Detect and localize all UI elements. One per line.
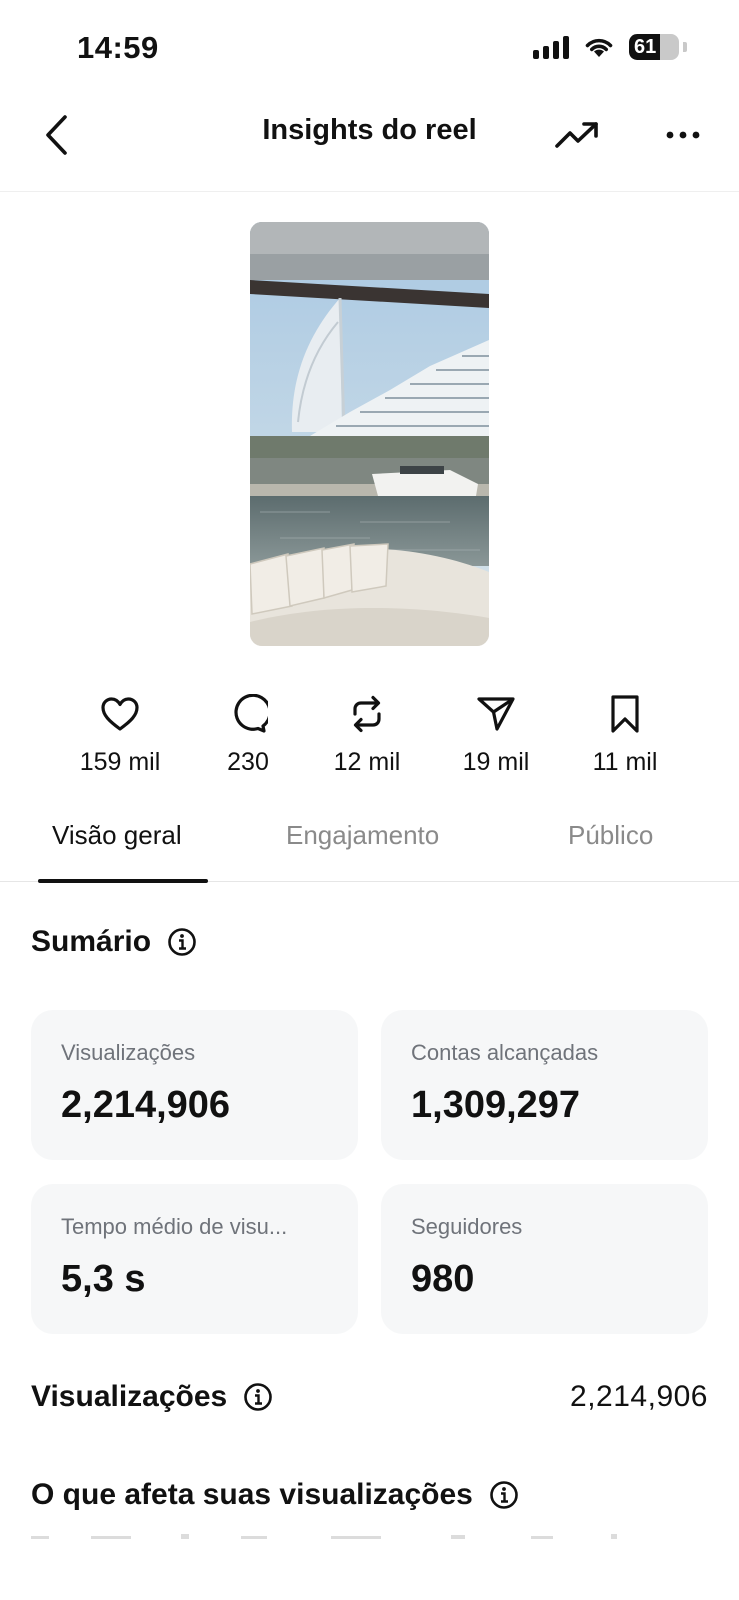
affects-heading: O que afeta suas visualizações (31, 1478, 519, 1512)
saves-stat: 11 mil (555, 690, 695, 777)
wifi-icon (585, 38, 613, 57)
reel-thumbnail[interactable] (250, 222, 489, 646)
active-tab-indicator (38, 879, 208, 883)
card-value: 2,214,906 (61, 1084, 231, 1126)
affects-title: O que afeta suas visualizações (31, 1478, 473, 1511)
card-label: Seguidores (411, 1214, 523, 1239)
tab-audience[interactable]: Público (568, 820, 653, 851)
views-total: 2,214,906 (570, 1380, 708, 1413)
battery-cap (683, 42, 687, 52)
trending-button[interactable] (552, 110, 602, 160)
battery-icon: 61 (629, 34, 679, 60)
card-label: Visualizações (61, 1040, 196, 1065)
battery-level: 61 (634, 35, 657, 58)
info-icon[interactable] (243, 1382, 273, 1412)
heart-icon (101, 697, 139, 731)
info-icon[interactable] (167, 927, 197, 957)
summary-heading: Sumário (31, 925, 197, 959)
likes-count: 159 mil (79, 748, 161, 776)
cut-off-text (31, 1534, 617, 1539)
accounts-reached-card[interactable]: Contas alcançadas 1,309,297 (381, 1010, 708, 1160)
card-label: Contas alcançadas (411, 1040, 599, 1065)
card-value: 5,3 s (61, 1258, 146, 1300)
trending-up-icon (555, 122, 598, 148)
shares-stat: 19 mil (426, 690, 566, 777)
status-bar: 14:59 61 (0, 0, 739, 96)
followers-card[interactable]: Seguidores 980 (381, 1184, 708, 1334)
views-title: Visualizações (31, 1380, 228, 1413)
reel-stats: 159 mil 230 12 mil 19 mil 11 mil (0, 690, 739, 790)
views-heading: Visualizações (31, 1380, 273, 1414)
reposts-stat: 12 mil (297, 690, 437, 777)
avg-watch-time-card[interactable]: Tempo médio de visu... 5,3 s (31, 1184, 358, 1334)
shares-count: 19 mil (462, 748, 530, 776)
card-value: 980 (411, 1258, 475, 1300)
comment-icon (234, 694, 268, 733)
reposts-count: 12 mil (333, 748, 401, 776)
views-card[interactable]: Visualizações 2,214,906 (31, 1010, 358, 1160)
likes-stat: 159 mil (50, 690, 190, 777)
info-icon[interactable] (489, 1480, 519, 1510)
tab-engagement[interactable]: Engajamento (286, 820, 439, 851)
repost-icon (353, 695, 381, 733)
saves-count: 11 mil (592, 748, 658, 776)
status-time: 14:59 (77, 30, 159, 65)
tab-overview[interactable]: Visão geral (52, 820, 182, 851)
share-icon (477, 697, 515, 731)
more-icon (666, 131, 700, 139)
insights-tabs: Visão geral Engajamento Público (0, 806, 739, 883)
signal-icon (533, 35, 569, 59)
bookmark-icon (611, 695, 639, 733)
card-value: 1,309,297 (411, 1084, 581, 1126)
more-options-button[interactable] (658, 110, 708, 160)
card-label: Tempo médio de visu... (61, 1214, 288, 1239)
status-icons: 61 (533, 34, 687, 60)
page-title: Insights do reel (262, 114, 477, 146)
summary-title: Sumário (31, 925, 152, 958)
header: Insights do reel (0, 96, 739, 192)
